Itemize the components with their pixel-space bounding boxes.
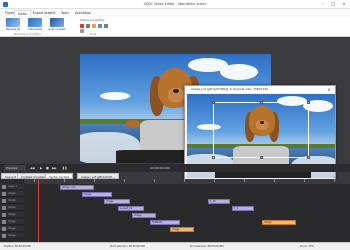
track-header[interactable]: Image bbox=[0, 191, 24, 197]
image-icon bbox=[2, 227, 6, 231]
window-title: VSDC Video Editor - Wonderful scene bbox=[143, 2, 207, 6]
timeline-clip[interactable]: sunset_01 bbox=[118, 206, 144, 211]
status-position: Position: 00:00:00.000 bbox=[4, 245, 31, 248]
forward-icon[interactable]: ▶▶ bbox=[52, 165, 57, 171]
timeline-ruler[interactable] bbox=[24, 179, 350, 184]
status-start-selection: Start selection: 00:00:00.000 bbox=[110, 245, 145, 248]
crop-handle-top-left[interactable] bbox=[212, 101, 215, 104]
status-end-selection: End selection: 00:00:00.000 bbox=[190, 245, 224, 248]
crop-handle-bottom[interactable] bbox=[260, 156, 263, 159]
split-icon[interactable] bbox=[86, 24, 90, 28]
track-header[interactable]: Image bbox=[0, 205, 24, 211]
crop-handle-top[interactable] bbox=[260, 101, 263, 104]
track-name: Image bbox=[8, 234, 16, 237]
timeline-clip[interactable]: Image bbox=[262, 220, 296, 225]
image-icon bbox=[2, 213, 6, 217]
maximize-button[interactable]: □ bbox=[328, 1, 338, 8]
track-name: Image bbox=[8, 227, 16, 230]
image-icon bbox=[2, 192, 6, 196]
timeline-clip[interactable]: Image bbox=[104, 199, 130, 204]
track-name: Image bbox=[8, 192, 16, 195]
track-header[interactable]: Image bbox=[0, 219, 24, 225]
cutting-label: Cutting and splitting bbox=[80, 19, 105, 22]
remove-all-label: Remove all bbox=[6, 28, 20, 31]
play-icon[interactable]: ▶ bbox=[40, 165, 42, 171]
dialog-close-button[interactable]: × bbox=[325, 86, 333, 93]
dialog-title: Image.vsf (gfhdvkhlH6jQ_0 Original size:… bbox=[185, 86, 335, 93]
track-header[interactable]: Image bbox=[0, 233, 24, 239]
image-icon bbox=[2, 199, 6, 203]
image-icon bbox=[2, 206, 6, 210]
crop-rectangle[interactable] bbox=[212, 101, 310, 159]
cut-icon[interactable] bbox=[80, 24, 84, 28]
track-name: Image bbox=[8, 213, 16, 216]
pause-icon[interactable]: ❚❚ bbox=[62, 165, 67, 171]
tab-tools[interactable]: Tools bbox=[58, 10, 72, 17]
crop-handle-bottom-left[interactable] bbox=[212, 156, 215, 159]
status-bar: Position: 00:00:00.000 Start selection: … bbox=[0, 242, 350, 250]
stop-icon[interactable]: ■ bbox=[46, 165, 49, 171]
track-name: Layer 1 bbox=[8, 185, 17, 188]
auto-levels-label: Auto levels bbox=[28, 28, 42, 31]
auto-levels-icon[interactable] bbox=[28, 18, 42, 27]
timeline-clip[interactable]: 1_2 bbox=[232, 206, 254, 211]
quality-select[interactable]: Preview bbox=[4, 165, 26, 171]
tab-export-project[interactable]: Export project bbox=[30, 10, 59, 17]
ribbon: Remove all Auto levels Auto contrast Rem… bbox=[0, 17, 350, 37]
auto-contrast-label: Auto contrast bbox=[48, 28, 66, 31]
align-icon[interactable] bbox=[80, 29, 84, 33]
transport-bar: Preview ◀◀ ▶ ■ ▶▶ ❚❚ 00:00:00.000 bbox=[0, 164, 350, 172]
timeline: Layer 1 Image Image Image Image Image Im… bbox=[0, 179, 350, 242]
timeline-clip[interactable]: Image bbox=[82, 192, 112, 197]
timeline-clip[interactable]: Image: vsf... bbox=[60, 185, 94, 190]
remove-all-icon[interactable] bbox=[6, 18, 20, 27]
image-icon bbox=[2, 220, 6, 224]
tab-activation[interactable]: Activation bbox=[72, 10, 94, 17]
playhead[interactable] bbox=[38, 179, 39, 242]
auto-contrast-icon[interactable] bbox=[50, 18, 64, 27]
crop-handle-top-right[interactable] bbox=[307, 101, 310, 104]
rewind-icon[interactable]: ◀◀ bbox=[30, 165, 35, 171]
group-quick-styles: Removing quick styles bbox=[14, 33, 41, 36]
close-button[interactable]: × bbox=[339, 1, 349, 8]
timeline-clip[interactable]: 1_20 bbox=[208, 199, 230, 204]
track-name: Image bbox=[8, 199, 16, 202]
status-zoom: Zoom: 23% bbox=[300, 245, 314, 248]
tab-editor[interactable]: Editor bbox=[14, 10, 32, 17]
track-name: Image bbox=[8, 220, 16, 223]
layer-icon bbox=[2, 185, 6, 189]
timeline-clip[interactable]: FeNSOD... bbox=[150, 220, 180, 225]
rotate-icon[interactable] bbox=[98, 24, 102, 28]
track-header[interactable]: Image bbox=[0, 198, 24, 204]
track-name: Image bbox=[8, 206, 16, 209]
image-icon bbox=[2, 234, 6, 238]
track-header[interactable]: Layer 1 bbox=[0, 184, 24, 190]
timeline-clip[interactable]: Image bbox=[132, 213, 156, 218]
transport-time: 00:00:00.000 bbox=[150, 166, 171, 170]
timeline-clip[interactable]: Image bbox=[170, 227, 194, 232]
title-bar: VSDC Video Editor - Wonderful scene – □ … bbox=[0, 0, 350, 9]
track-header[interactable]: Image bbox=[0, 226, 24, 232]
minimize-button[interactable]: – bbox=[318, 1, 328, 8]
crop-icon[interactable] bbox=[92, 24, 96, 28]
ribbon-tabs: Projects Editor Export project Tools Act… bbox=[0, 9, 350, 17]
track-header[interactable]: Image bbox=[0, 212, 24, 218]
flip-icon[interactable] bbox=[104, 24, 108, 28]
crop-handle-bottom-right[interactable] bbox=[307, 156, 310, 159]
group-tools: Tools bbox=[90, 33, 96, 36]
